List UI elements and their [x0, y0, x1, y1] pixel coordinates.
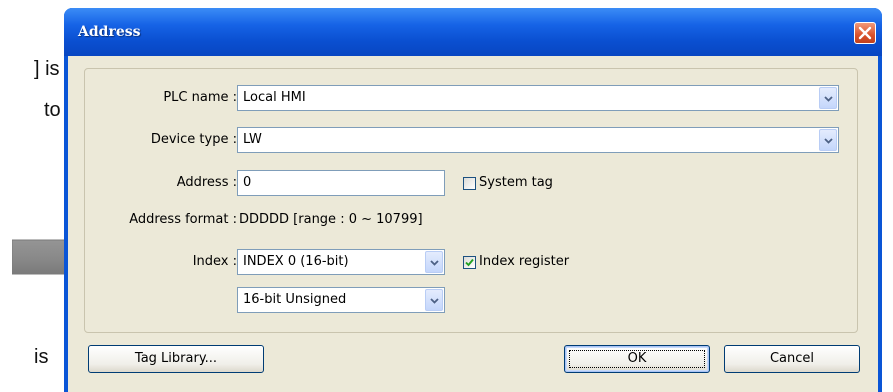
focus-rectangle: [569, 350, 705, 368]
index-register-checkbox[interactable]: [463, 256, 476, 269]
system-tag-checkbox[interactable]: [463, 177, 476, 190]
close-button[interactable]: [854, 22, 876, 44]
chevron-down-icon: [430, 260, 439, 266]
dialog-title: Address: [78, 24, 141, 40]
device-type-dropdown[interactable]: LW: [237, 127, 839, 153]
title-bar[interactable]: Address: [64, 8, 882, 56]
index-value: INDEX 0 (16-bit): [243, 254, 349, 269]
address-format-value: DDDDD [range : 0 ~ 10799]: [239, 212, 423, 227]
index-dropdown-button[interactable]: [425, 251, 443, 273]
data-format-dropdown[interactable]: 16-bit Unsigned: [237, 287, 445, 313]
address-input[interactable]: 0: [237, 170, 445, 196]
background-text-1: ] is: [34, 58, 60, 80]
background-text-3: is: [34, 346, 49, 368]
chevron-down-icon: [430, 298, 439, 304]
chevron-down-icon: [824, 138, 833, 144]
device-type-value: LW: [243, 132, 262, 147]
ok-button[interactable]: OK: [564, 345, 710, 373]
chevron-down-icon: [824, 96, 833, 102]
dialog-client-area: PLC name : Local HMI Device type : LW Ad…: [68, 56, 878, 392]
plc-name-dropdown-button[interactable]: [819, 87, 837, 109]
tag-library-button[interactable]: Tag Library...: [88, 345, 264, 373]
system-tag-label: System tag: [479, 175, 553, 190]
plc-name-label: PLC name :: [163, 90, 237, 105]
data-format-value: 16-bit Unsigned: [243, 292, 347, 307]
checkmark-icon: [465, 258, 474, 267]
address-format-label: Address format :: [129, 212, 237, 227]
cancel-button[interactable]: Cancel: [724, 345, 860, 373]
close-icon: [858, 26, 872, 40]
address-groupbox: PLC name : Local HMI Device type : LW Ad…: [84, 68, 858, 333]
plc-name-dropdown[interactable]: Local HMI: [237, 85, 839, 111]
data-format-dropdown-button[interactable]: [425, 289, 443, 311]
background-text-2: to: [44, 99, 61, 121]
device-type-dropdown-button[interactable]: [819, 129, 837, 151]
index-register-label: Index register: [479, 254, 570, 269]
address-dialog: Address PLC name : Local HMI Device type…: [64, 8, 882, 392]
index-dropdown[interactable]: INDEX 0 (16-bit): [237, 249, 445, 275]
address-label: Address :: [176, 175, 237, 190]
index-label: Index :: [192, 254, 237, 269]
device-type-label: Device type :: [150, 132, 237, 147]
plc-name-value: Local HMI: [243, 90, 306, 105]
